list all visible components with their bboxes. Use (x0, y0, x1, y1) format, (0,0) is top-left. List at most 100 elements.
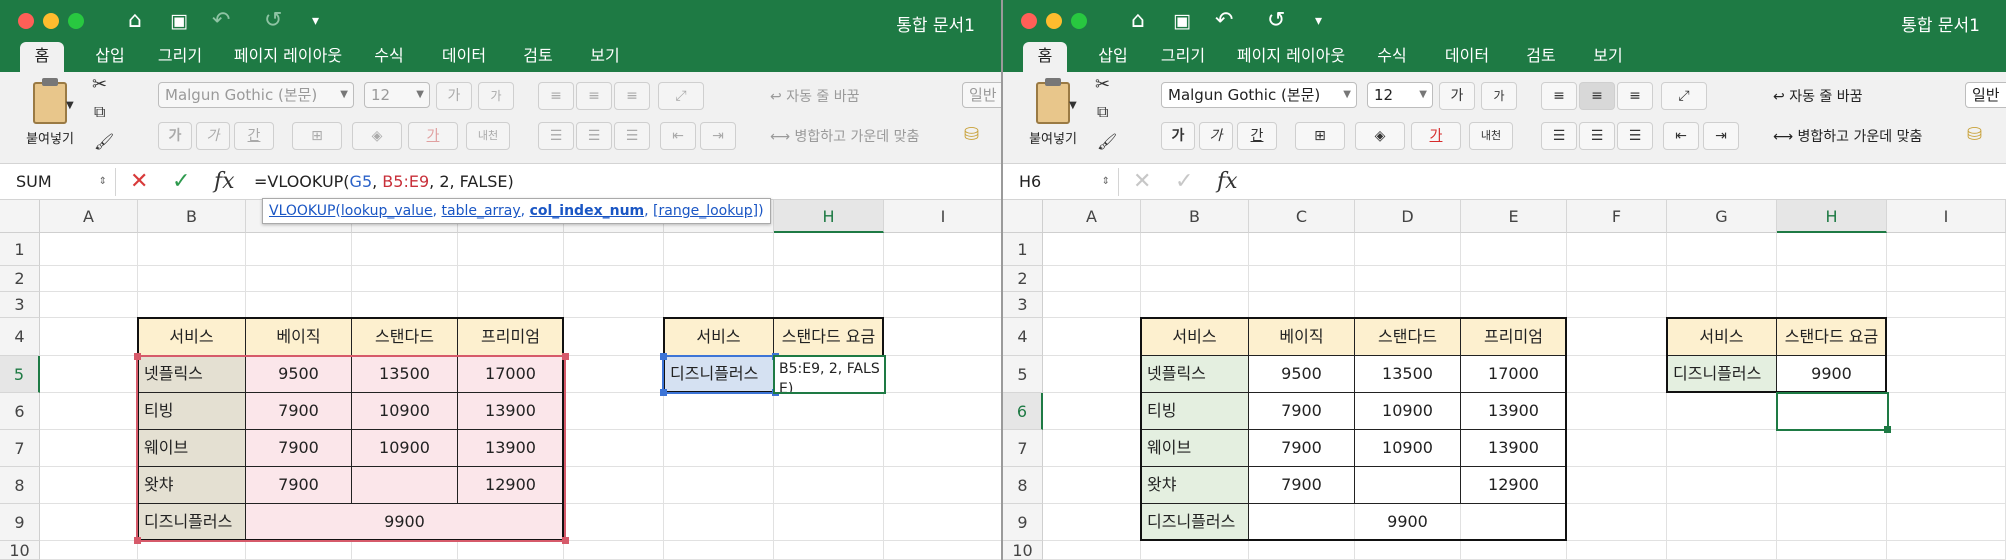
row-header-6[interactable]: 6 (1003, 393, 1043, 430)
minimize-window-button[interactable] (1046, 13, 1062, 29)
save-icon[interactable]: ▣ (170, 8, 188, 34)
wrap-text-button[interactable]: ↩ 자동 줄 바꿈 (1773, 86, 1863, 106)
range-handle[interactable] (660, 389, 667, 396)
borders-button[interactable]: ⊞ (292, 122, 342, 150)
align-middle-button[interactable]: ≡ (576, 82, 612, 110)
row-header-3[interactable]: 3 (0, 292, 40, 318)
paste-button[interactable]: 붙여넣기 (1023, 78, 1083, 147)
tab-6[interactable]: 검토 (512, 42, 564, 72)
font-name-select[interactable]: Malgun Gothic (본문) ▼ (158, 82, 354, 108)
tab-2[interactable]: 그리기 (148, 42, 212, 72)
select-all-corner[interactable] (1003, 200, 1043, 233)
orientation-button[interactable]: ⤢ (658, 82, 704, 110)
service-name-cell[interactable]: 넷플릭스 (1141, 356, 1249, 393)
tab-3[interactable]: 페이지 레이아웃 (226, 42, 350, 72)
select-all-corner[interactable] (0, 200, 40, 233)
italic-button[interactable]: 가 (1199, 122, 1233, 150)
tooltip-arg4[interactable]: [range_lookup] (653, 203, 758, 219)
table-header-cell[interactable]: 스탠다드 (352, 318, 458, 356)
price-cell[interactable]: 7900 (246, 430, 352, 467)
copy-icon[interactable]: ⧉ (94, 102, 105, 122)
font-size-select[interactable]: 12 ▼ (1367, 82, 1433, 108)
bold-button[interactable]: 가 (1161, 122, 1195, 150)
service-name-cell[interactable]: 티빙 (1141, 393, 1249, 430)
price-cell[interactable]: 9500 (246, 356, 352, 393)
grow-font-button[interactable]: 가 (436, 82, 472, 110)
merge-center-button[interactable]: ⟷ 병합하고 가운데 맞춤 (1773, 126, 1922, 146)
currency-icon[interactable]: ⛁ (1967, 124, 1982, 145)
currency-icon[interactable]: ⛁ (964, 124, 979, 145)
align-top-button[interactable]: ≡ (1541, 82, 1577, 110)
service-name-cell[interactable]: 디즈니플러스 (138, 504, 246, 541)
price-cell[interactable]: 7900 (246, 467, 352, 504)
lookup-service-cell[interactable]: 디즈니플러스 (1667, 356, 1777, 393)
column-header-i[interactable]: I (1887, 200, 2006, 233)
cut-icon[interactable]: ✂ (92, 74, 107, 95)
column-header-a[interactable]: A (40, 200, 138, 233)
price-cell[interactable]: 10900 (1355, 430, 1461, 467)
merge-center-button[interactable]: ⟷ 병합하고 가운데 맞춤 (770, 126, 919, 146)
function-tooltip[interactable]: VLOOKUP(lookup_value, table_array, col_i… (262, 198, 771, 224)
align-right-button[interactable]: ☰ (1617, 122, 1653, 150)
table-header-cell[interactable]: 프리미엄 (1461, 318, 1567, 356)
service-name-cell[interactable]: 웨이브 (138, 430, 246, 467)
align-center-button[interactable]: ☰ (1579, 122, 1615, 150)
service-name-cell[interactable]: 왓챠 (138, 467, 246, 504)
font-color-button[interactable]: 가 (1411, 122, 1461, 150)
table-header-cell[interactable]: 서비스 (1141, 318, 1249, 356)
column-header-e[interactable]: E (1461, 200, 1567, 233)
lookup-header-standard[interactable]: 스탠다드 요금 (1777, 318, 1887, 356)
price-cell[interactable]: 7900 (246, 393, 352, 430)
row-header-4[interactable]: 4 (1003, 318, 1043, 356)
tooltip-fn[interactable]: VLOOKUP (269, 203, 335, 219)
increase-indent-button[interactable]: ⇥ (700, 122, 736, 150)
format-painter-icon[interactable]: 🖌 (94, 132, 114, 151)
row-header-1[interactable]: 1 (1003, 233, 1043, 266)
fill-color-button[interactable]: ◈ (352, 122, 402, 150)
lookup-result-cell[interactable]: 9900 (1777, 356, 1887, 393)
price-cell[interactable]: 17000 (1461, 356, 1567, 393)
price-cell[interactable] (1355, 467, 1461, 504)
row-header-1[interactable]: 1 (0, 233, 40, 266)
paste-options-chevron-icon[interactable]: ▼ (66, 100, 74, 111)
tab-4[interactable]: 수식 (1365, 42, 1419, 72)
phonetic-button[interactable]: 내천 (466, 122, 510, 150)
underline-button[interactable]: 간 (234, 122, 274, 150)
align-middle-button[interactable]: ≡ (1579, 82, 1615, 110)
align-bottom-button[interactable]: ≡ (1617, 82, 1653, 110)
align-right-button[interactable]: ☰ (614, 122, 650, 150)
row-header-9[interactable]: 9 (0, 504, 40, 541)
price-cell[interactable]: 12900 (1461, 467, 1567, 504)
underline-button[interactable]: 간 (1237, 122, 1277, 150)
price-cell[interactable]: 13500 (352, 356, 458, 393)
italic-button[interactable]: 가 (196, 122, 230, 150)
shrink-font-button[interactable]: 가 (1481, 82, 1517, 110)
font-size-select[interactable]: 12 ▼ (364, 82, 430, 108)
price-cell[interactable]: 10900 (352, 430, 458, 467)
row-header-2[interactable]: 2 (1003, 266, 1043, 292)
service-name-cell[interactable]: 티빙 (138, 393, 246, 430)
table-header-cell[interactable]: 서비스 (138, 318, 246, 356)
grow-font-button[interactable]: 가 (1439, 82, 1475, 110)
formula-input[interactable]: =VLOOKUP(G5, B5:E9, 2, FALSE) (254, 172, 514, 191)
row-header-8[interactable]: 8 (0, 467, 40, 504)
row-header-9[interactable]: 9 (1003, 504, 1043, 541)
column-header-d[interactable]: D (1355, 200, 1461, 233)
align-left-button[interactable]: ☰ (538, 122, 574, 150)
merged-price-cell[interactable]: 9900 (1249, 504, 1567, 541)
format-painter-icon[interactable]: 🖌 (1097, 132, 1117, 151)
editing-cell-h5[interactable]: B5:E9, 2, FALSE) (773, 355, 886, 394)
tab-5[interactable]: 데이터 (432, 42, 496, 72)
redo-icon[interactable]: ↺ (1267, 8, 1285, 34)
minimize-window-button[interactable] (43, 13, 59, 29)
service-name-cell[interactable]: 디즈니플러스 (1141, 504, 1249, 541)
row-header-5[interactable]: 5 (0, 356, 40, 393)
table-header-cell[interactable]: 프리미엄 (458, 318, 564, 356)
cut-icon[interactable]: ✂ (1095, 74, 1110, 95)
insert-function-icon[interactable]: fx (214, 169, 235, 195)
customize-toolbar-icon[interactable]: ▾ (1315, 8, 1322, 34)
number-format-select[interactable]: 일반 (962, 82, 1001, 108)
phonetic-button[interactable]: 내천 (1469, 122, 1513, 150)
tab-3[interactable]: 페이지 레이아웃 (1229, 42, 1353, 72)
tab-7[interactable]: 보기 (580, 42, 630, 72)
